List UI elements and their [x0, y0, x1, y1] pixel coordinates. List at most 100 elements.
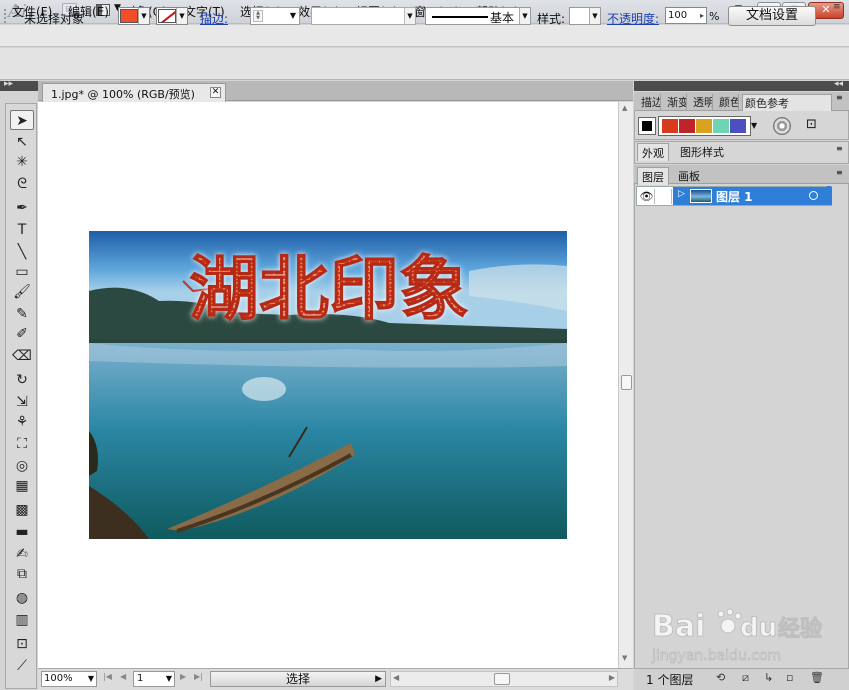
layers-panel: [634, 165, 849, 690]
artwork-title: 湖北印象: [189, 248, 469, 330]
line-tool-icon[interactable]: ╲: [10, 242, 34, 262]
scroll-left-icon[interactable]: ◀: [393, 673, 399, 682]
scroll-thumb[interactable]: [621, 375, 632, 390]
rotate-tool-icon[interactable]: ↻: [10, 370, 34, 390]
panel-menu-icon[interactable]: ≡: [836, 169, 843, 177]
chevron-down-icon: ▼: [404, 8, 415, 24]
perspective-grid-tool-icon[interactable]: ▦: [10, 476, 34, 496]
cloud-reflection: [242, 377, 286, 401]
tab-artboards[interactable]: 画板: [674, 167, 704, 185]
artboard-number-field[interactable]: 1 ▼: [133, 671, 175, 687]
scroll-down-icon[interactable]: ▼: [622, 654, 627, 662]
panel-menu-icon[interactable]: ≡: [836, 94, 843, 102]
last-artboard-icon[interactable]: ▶|: [194, 672, 203, 681]
panels-dock-header[interactable]: ◂◂: [634, 79, 849, 91]
eyedropper-tool-icon[interactable]: ✍: [10, 544, 34, 564]
free-transform-tool-icon[interactable]: ⛶: [10, 434, 34, 454]
tab-color-guide-label: 颜色参考: [745, 97, 789, 110]
tab-transparency[interactable]: 透明: [691, 94, 713, 111]
tab-graphic-styles[interactable]: 图形样式: [676, 143, 728, 161]
blend-tool-icon[interactable]: ⧉: [10, 564, 34, 584]
opacity-input[interactable]: 100 ▸: [665, 7, 707, 24]
tab-stroke[interactable]: 描边: [639, 94, 661, 111]
trash-icon[interactable]: 🗑: [810, 671, 824, 684]
slice-tool-icon[interactable]: ⟋: [10, 656, 34, 676]
next-artboard-icon[interactable]: ▶: [180, 672, 186, 681]
tab-color-guide[interactable]: 颜色参考: [742, 94, 832, 111]
harmony-rules-swatches[interactable]: [658, 116, 751, 136]
create-sublayer-icon[interactable]: ↳: [764, 671, 773, 684]
symbol-sprayer-tool-icon[interactable]: ◍: [10, 588, 34, 608]
panel-menu-icon[interactable]: ≡: [836, 145, 843, 153]
shape-builder-tool-icon[interactable]: ◎: [10, 456, 34, 476]
gradient-tool-icon[interactable]: ▬: [10, 522, 34, 542]
stroke-color-dropdown[interactable]: ▼: [156, 7, 188, 25]
zoom-value: 100%: [44, 673, 73, 684]
tools-panel-header[interactable]: ▸▸: [0, 79, 38, 91]
collapse-icon[interactable]: ◂◂: [834, 79, 843, 89]
control-bar-grip[interactable]: [4, 9, 10, 23]
vertical-scrollbar[interactable]: ▲ ▼: [618, 102, 633, 668]
graphic-style-dropdown[interactable]: ▼: [569, 7, 601, 25]
eraser-tool-icon[interactable]: ⌫: [10, 346, 34, 366]
harmony-swatch: [696, 119, 712, 133]
layer-target-icon[interactable]: [809, 191, 818, 200]
type-tool-icon[interactable]: T: [10, 220, 34, 240]
artboard-tool-icon[interactable]: ⊡: [10, 634, 34, 654]
panel-menu-icon[interactable]: ≡: [833, 3, 845, 15]
locate-object-icon[interactable]: ⟲: [716, 671, 725, 684]
rectangle-tool-icon[interactable]: ▭: [10, 262, 34, 282]
chevron-right-icon[interactable]: ▸: [700, 8, 704, 23]
placed-image[interactable]: 湖北印象: [89, 231, 567, 539]
opacity-panel-link[interactable]: 不透明度:: [607, 10, 659, 27]
variable-width-profile-dropdown[interactable]: ▼: [311, 7, 416, 25]
stroke-panel-link[interactable]: 描边:: [200, 10, 228, 27]
save-color-group-icon[interactable]: ⊡: [806, 117, 817, 132]
previous-artboard-icon[interactable]: ◀: [120, 672, 126, 681]
expand-triangle-icon[interactable]: ▷: [678, 189, 688, 203]
scroll-thumb[interactable]: [494, 673, 510, 685]
layer-row[interactable]: 👁 ▷ 图层 1: [636, 186, 832, 206]
artboard-number: 1: [137, 673, 144, 684]
document-setup-button[interactable]: 文档设置: [728, 6, 816, 26]
selection-tool-icon[interactable]: ➤: [10, 110, 34, 130]
status-info-dropdown[interactable]: 选择 ▶: [210, 671, 386, 687]
close-icon[interactable]: ✕: [210, 87, 221, 98]
make-clipping-mask-icon[interactable]: ⧄: [742, 671, 749, 685]
brush-definition-dropdown[interactable]: 基本 ▼: [425, 7, 531, 25]
blob-brush-tool-icon[interactable]: ✐: [10, 324, 34, 344]
tab-layers[interactable]: 图层: [637, 167, 669, 185]
scale-tool-icon[interactable]: ⇲: [10, 392, 34, 412]
fill-color-dropdown[interactable]: ▼: [118, 7, 150, 25]
create-new-layer-icon[interactable]: ▫: [786, 671, 793, 684]
horizontal-scrollbar[interactable]: ◀ ▶: [390, 671, 618, 687]
document-tab[interactable]: 1.jpg* @ 100% (RGB/预览) ✕: [42, 83, 226, 102]
column-graph-tool-icon[interactable]: ▥: [10, 610, 34, 630]
pen-tool-icon[interactable]: ✒: [10, 198, 34, 218]
warp-tool-icon[interactable]: ⚘: [10, 412, 34, 432]
magic-wand-tool-icon[interactable]: ✳: [10, 152, 34, 172]
base-color-swatch[interactable]: [638, 117, 656, 135]
chevron-down-icon: ▼: [519, 8, 530, 24]
paintbrush-tool-icon[interactable]: 🖌: [10, 282, 34, 302]
direct-selection-tool-icon[interactable]: ↖: [10, 132, 34, 152]
lock-toggle[interactable]: [656, 189, 672, 204]
tab-appearance[interactable]: 外观: [637, 143, 669, 161]
pencil-tool-icon[interactable]: ✎: [10, 304, 34, 324]
mesh-tool-icon[interactable]: ▩: [10, 500, 34, 520]
stroke-weight-stepper[interactable]: ▲ ▼: [253, 10, 263, 22]
tab-color[interactable]: 颜色: [717, 94, 739, 111]
collapse-icon[interactable]: ▸▸: [4, 79, 13, 89]
stroke-weight-field[interactable]: ▲ ▼ ▼: [250, 7, 300, 25]
layer-name[interactable]: 图层 1: [716, 188, 753, 205]
visibility-eye-icon[interactable]: 👁: [639, 189, 655, 204]
scroll-up-icon[interactable]: ▲: [622, 104, 627, 112]
chevron-down-icon[interactable]: ▼: [751, 116, 761, 136]
zoom-dropdown[interactable]: 100% ▼: [41, 671, 97, 687]
lasso-tool-icon[interactable]: ᘓ: [10, 174, 34, 194]
scroll-right-icon[interactable]: ▶: [609, 673, 615, 682]
color-wheel-icon[interactable]: [773, 117, 791, 135]
tab-gradient[interactable]: 渐变: [665, 94, 687, 111]
first-artboard-icon[interactable]: |◀: [103, 672, 112, 681]
status-info: 选择: [285, 672, 310, 686]
